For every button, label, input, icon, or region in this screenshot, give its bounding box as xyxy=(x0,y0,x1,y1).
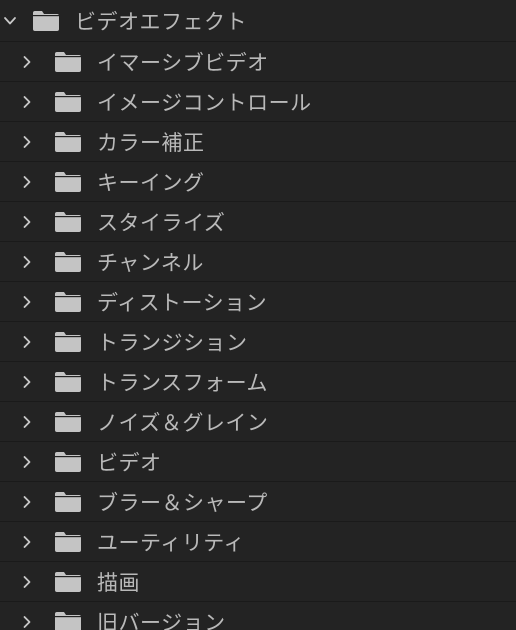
chevron-right-icon[interactable] xyxy=(19,42,35,81)
folder-icon xyxy=(54,411,82,433)
folder-icon xyxy=(32,10,60,32)
folder-icon xyxy=(54,251,82,273)
folder-icon xyxy=(54,131,82,153)
folder-icon xyxy=(54,291,82,313)
folder-icon xyxy=(54,51,82,73)
tree-item-folder[interactable]: ビデオ xyxy=(0,442,516,482)
tree-item-label: キーイング xyxy=(97,170,205,195)
tree-item-folder[interactable]: イマーシブビデオ xyxy=(0,42,516,82)
tree-item-video-effects[interactable]: ビデオエフェクト xyxy=(0,0,516,42)
tree-item-label: ユーティリティ xyxy=(97,530,245,555)
chevron-right-icon[interactable] xyxy=(19,362,35,401)
chevron-right-icon[interactable] xyxy=(19,562,35,601)
tree-item-label: トランスフォーム xyxy=(97,370,268,395)
tree-item-folder[interactable]: ディストーション xyxy=(0,282,516,322)
tree-item-label: ディストーション xyxy=(97,290,268,315)
folder-icon xyxy=(54,451,82,473)
tree-item-label: チャンネル xyxy=(97,250,204,275)
tree-item-label: イメージコントロール xyxy=(97,90,312,115)
tree-item-label: 旧バージョン xyxy=(97,610,226,630)
tree-item-label: ビデオエフェクト xyxy=(75,9,247,34)
tree-item-label: イマーシブビデオ xyxy=(97,50,269,75)
tree-item-folder[interactable]: 描画 xyxy=(0,562,516,602)
chevron-down-icon[interactable] xyxy=(2,0,18,41)
tree-item-folder[interactable]: キーイング xyxy=(0,162,516,202)
folder-icon xyxy=(54,571,82,593)
tree-item-folder[interactable]: トランスフォーム xyxy=(0,362,516,402)
folder-icon xyxy=(54,491,82,513)
tree-item-folder[interactable]: トランジション xyxy=(0,322,516,362)
effects-tree: ビデオエフェクト イマーシブビデオイメージコントロール カラー補正キーイングスタイ… xyxy=(0,0,516,630)
tree-item-label: ビデオ xyxy=(97,450,162,475)
tree-item-folder[interactable]: イメージコントロール xyxy=(0,82,516,122)
chevron-right-icon[interactable] xyxy=(19,242,35,281)
chevron-right-icon[interactable] xyxy=(19,442,35,481)
tree-item-label: 描画 xyxy=(97,570,140,595)
tree-item-label: ブラー＆シャープ xyxy=(97,490,268,515)
folder-icon xyxy=(54,91,82,113)
chevron-right-icon[interactable] xyxy=(19,322,35,361)
chevron-right-icon[interactable] xyxy=(19,522,35,561)
tree-item-label: カラー補正 xyxy=(97,130,205,155)
folder-icon xyxy=(54,211,82,233)
chevron-right-icon[interactable] xyxy=(19,402,35,441)
tree-item-folder[interactable]: チャンネル xyxy=(0,242,516,282)
folder-icon xyxy=(54,331,82,353)
tree-item-folder[interactable]: ノイズ＆グレイン xyxy=(0,402,516,442)
folder-icon xyxy=(54,171,82,193)
folder-icon xyxy=(54,371,82,393)
tree-item-folder[interactable]: ユーティリティ xyxy=(0,522,516,562)
tree-item-folder[interactable]: スタイライズ xyxy=(0,202,516,242)
folder-icon xyxy=(54,531,82,553)
chevron-right-icon[interactable] xyxy=(19,282,35,321)
chevron-right-icon[interactable] xyxy=(19,482,35,521)
tree-item-label: スタイライズ xyxy=(97,210,226,235)
tree-item-folder[interactable]: 旧バージョン xyxy=(0,602,516,630)
tree-item-folder[interactable]: ブラー＆シャープ xyxy=(0,482,516,522)
chevron-right-icon[interactable] xyxy=(19,202,35,241)
folder-icon xyxy=(54,611,82,630)
tree-item-label: ノイズ＆グレイン xyxy=(97,410,269,435)
tree-item-label: トランジション xyxy=(97,330,248,355)
chevron-right-icon[interactable] xyxy=(19,122,35,161)
chevron-right-icon[interactable] xyxy=(19,602,35,630)
chevron-right-icon[interactable] xyxy=(19,82,35,121)
chevron-right-icon[interactable] xyxy=(19,162,35,201)
tree-item-folder[interactable]: カラー補正 xyxy=(0,122,516,162)
